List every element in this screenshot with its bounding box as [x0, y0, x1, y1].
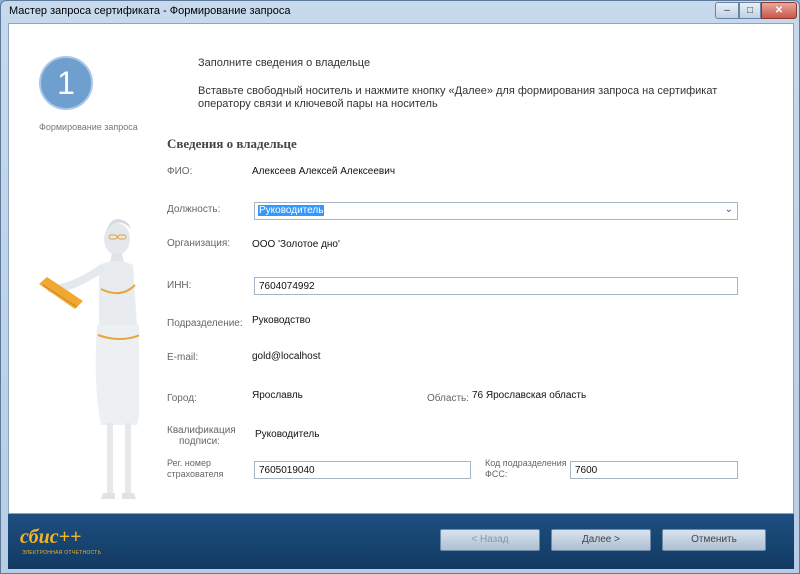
- close-button[interactable]: ✕: [761, 2, 797, 19]
- back-button[interactable]: < Назад: [440, 529, 540, 551]
- city-label: Город:: [167, 393, 197, 404]
- info-text: Вставьте свободный носитель и нажмите кн…: [198, 85, 718, 110]
- position-select-value: Руководитель: [258, 205, 325, 216]
- wizard-window: Мастер запроса сертификата - Формировани…: [0, 0, 800, 574]
- dept-label: Подразделение:: [167, 318, 243, 329]
- sbis-logo-subtitle: ЭЛЕКТРОННАЯ ОТЧЕТНОСТЬ: [22, 550, 102, 556]
- inn-label: ИНН:: [167, 280, 192, 291]
- city-value: Ярославль: [252, 390, 303, 401]
- region-value: 76 Ярославская область: [472, 390, 587, 401]
- regnum-label-line1: Рег. номер: [167, 458, 211, 468]
- wizard-content: 1 Формирование запроса Заполните сведени…: [8, 23, 794, 514]
- region-label: Область:: [427, 393, 470, 404]
- position-label: Должность:: [167, 204, 221, 215]
- next-button[interactable]: Далее >: [551, 529, 651, 551]
- minimize-button[interactable]: ‒: [715, 2, 739, 19]
- email-label: E-mail:: [167, 352, 199, 363]
- cancel-button[interactable]: Отменить: [662, 529, 766, 551]
- step-number-badge: 1: [39, 56, 93, 110]
- maximize-button[interactable]: □: [739, 2, 761, 19]
- inn-input[interactable]: 7604074992: [254, 277, 738, 295]
- regnum-input[interactable]: 7605019040: [254, 461, 471, 479]
- qual-label-line1: Квалификация: [167, 425, 236, 436]
- position-select[interactable]: Руководитель ⌄: [254, 202, 738, 220]
- fss-input[interactable]: 7600: [570, 461, 738, 479]
- dept-value: Руководство: [252, 315, 311, 326]
- fss-label-line2: ФСС:: [485, 469, 508, 479]
- footer-bar: сбис++ ЭЛЕКТРОННАЯ ОТЧЕТНОСТЬ < Назад Да…: [8, 514, 794, 569]
- info-heading: Заполните сведения о владельце: [198, 57, 371, 69]
- fss-label-line1: Код подразделения: [485, 458, 567, 468]
- fio-label: ФИО:: [167, 166, 193, 177]
- qual-value: Руководитель: [255, 429, 320, 440]
- title-bar: Мастер запроса сертификата - Формировани…: [1, 1, 799, 23]
- email-value: gold@localhost: [252, 351, 321, 362]
- sbis-logo: сбис++: [20, 526, 82, 548]
- regnum-label-line2: страхователя: [167, 469, 224, 479]
- assistant-illustration-icon: [39, 219, 139, 499]
- chevron-down-icon[interactable]: ⌄: [725, 204, 733, 215]
- step-label: Формирование запроса: [39, 122, 138, 132]
- org-label: Организация:: [167, 238, 231, 249]
- section-title: Сведения о владельце: [167, 136, 297, 151]
- fio-value: Алексеев Алексей Алексеевич: [252, 166, 396, 177]
- org-value: ООО 'Золотое дно': [252, 239, 340, 250]
- qual-label-line2: подписи:: [179, 436, 220, 447]
- window-title: Мастер запроса сертификата - Формировани…: [9, 5, 291, 17]
